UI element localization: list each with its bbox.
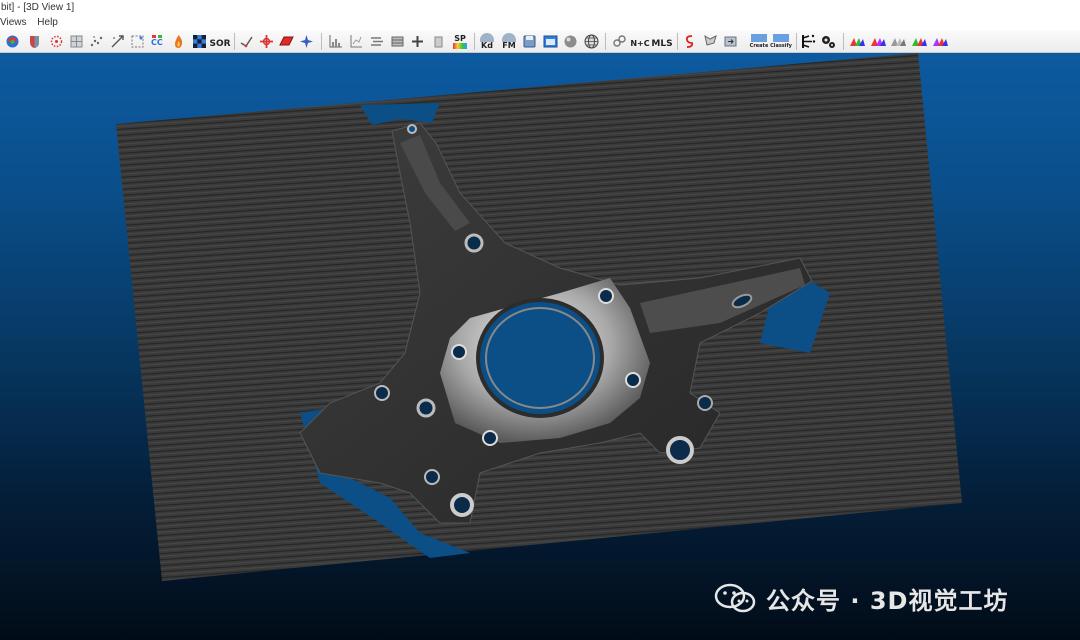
menu-item-help[interactable]: Help — [37, 17, 58, 28]
plus-icon[interactable] — [409, 33, 426, 50]
checker-icon[interactable] — [191, 33, 208, 50]
mount-hole — [464, 233, 484, 253]
rgb-cloud-icon[interactable] — [849, 33, 866, 50]
mount-hole — [407, 124, 417, 134]
link-icon[interactable] — [611, 33, 628, 50]
window-icon[interactable] — [542, 33, 559, 50]
normals-icon[interactable]: N+C — [630, 33, 650, 50]
red-plane-icon[interactable] — [278, 33, 295, 50]
scatter-icon[interactable] — [88, 33, 105, 50]
main-toolbar: CC SOR SP Kd FM N+C MLS Create Classify — [0, 30, 1080, 53]
fm-label: FM — [502, 41, 516, 50]
canupo-create-icon[interactable]: Create — [749, 33, 769, 50]
kd-icon-body: Kd — [478, 33, 496, 50]
kd-label: Kd — [481, 41, 493, 50]
canupo-graphic-icon — [773, 33, 789, 42]
rgb-cloud-icon[interactable] — [932, 33, 949, 50]
rgb-cloud-icon[interactable] — [911, 33, 928, 50]
toolbar-separator — [796, 33, 797, 50]
grid-icon[interactable] — [68, 33, 85, 50]
mount-hole — [697, 395, 713, 411]
fire-icon[interactable] — [170, 33, 187, 50]
canupo-classify-icon[interactable]: Classify — [770, 33, 792, 50]
gears-icon[interactable] — [820, 33, 837, 50]
canupo-create-body: Create — [749, 33, 769, 50]
rgb-cloud-icon[interactable] — [870, 33, 887, 50]
cc-label: CC — [151, 38, 163, 47]
rgb-cloud-icon[interactable] — [890, 33, 907, 50]
menu-item-views[interactable]: Views — [0, 17, 27, 28]
sp-label: SP — [454, 33, 466, 43]
window-title-bar: bit] - [3D View 1] — [0, 0, 1080, 15]
sor-label: SOR — [209, 39, 231, 49]
3d-viewport[interactable] — [0, 53, 1080, 640]
point-picking-icon[interactable] — [48, 33, 65, 50]
histogram-icon[interactable] — [327, 33, 344, 50]
menu-bar: Views Help — [0, 15, 1080, 30]
window-title: bit] - [3D View 1] — [1, 2, 75, 13]
cloudcompare-logo-icon[interactable] — [4, 33, 21, 50]
sp-icon[interactable]: SP — [451, 33, 469, 50]
sample-icon[interactable] — [129, 33, 146, 50]
canupo-graphic-icon — [751, 33, 767, 42]
fm-icon-body: FM — [500, 33, 518, 50]
toolbar-separator — [321, 33, 322, 50]
chart-tree-icon[interactable] — [800, 33, 817, 50]
mount-hole — [450, 493, 474, 517]
toolbar-separator — [605, 33, 606, 50]
mls-label: MLS — [651, 39, 673, 49]
bolt-hole — [451, 344, 467, 360]
shield-icon[interactable] — [26, 33, 43, 50]
mount-hole — [374, 385, 390, 401]
tangent-icon[interactable] — [238, 33, 255, 50]
toolbar-separator — [843, 33, 844, 50]
sphere-icon[interactable] — [562, 33, 579, 50]
kd-icon[interactable]: Kd — [478, 33, 496, 50]
bolt-hole — [598, 288, 614, 304]
canupo-classify-body: Classify — [770, 33, 792, 50]
bin-icon[interactable] — [430, 33, 447, 50]
mls-icon[interactable]: MLS — [651, 33, 673, 50]
bolt-hole — [625, 372, 641, 388]
sor-icon[interactable]: SOR — [209, 33, 231, 50]
disk-icon[interactable] — [521, 33, 538, 50]
s-curve-icon[interactable] — [681, 33, 698, 50]
mount-hole — [424, 469, 440, 485]
toolbar-separator — [234, 33, 235, 50]
flip-icon[interactable] — [722, 33, 739, 50]
toolbar-separator — [677, 33, 678, 50]
canupo-classify-label: Classify — [770, 42, 792, 49]
axis-icon[interactable] — [347, 33, 364, 50]
bolt-hole — [482, 430, 498, 446]
watermark: 公众号 · 3D视觉工坊 — [712, 582, 1009, 615]
mount-hole — [666, 436, 694, 464]
transform-icon[interactable] — [258, 33, 275, 50]
fm-icon[interactable]: FM — [500, 33, 518, 50]
hub-bore — [476, 298, 604, 418]
mesh-icon[interactable] — [702, 33, 719, 50]
nc-label: N+C — [630, 39, 650, 48]
layers-icon[interactable] — [368, 33, 385, 50]
globe-icon[interactable] — [583, 33, 600, 50]
stack-icon[interactable] — [389, 33, 406, 50]
wechat-icon — [714, 583, 756, 613]
toolbar-separator — [474, 33, 475, 50]
colorbar-icon — [453, 42, 467, 49]
cc-icon[interactable]: CC — [150, 33, 167, 50]
canupo-create-label: Create — [749, 42, 769, 49]
mount-hole — [416, 398, 436, 418]
scale-icon[interactable] — [109, 33, 126, 50]
watermark-text: 公众号 · 3D视觉工坊 — [766, 586, 1009, 615]
star-icon[interactable] — [298, 33, 315, 50]
sp-icon-body: SP — [453, 33, 467, 49]
point-cloud-render — [116, 53, 962, 581]
